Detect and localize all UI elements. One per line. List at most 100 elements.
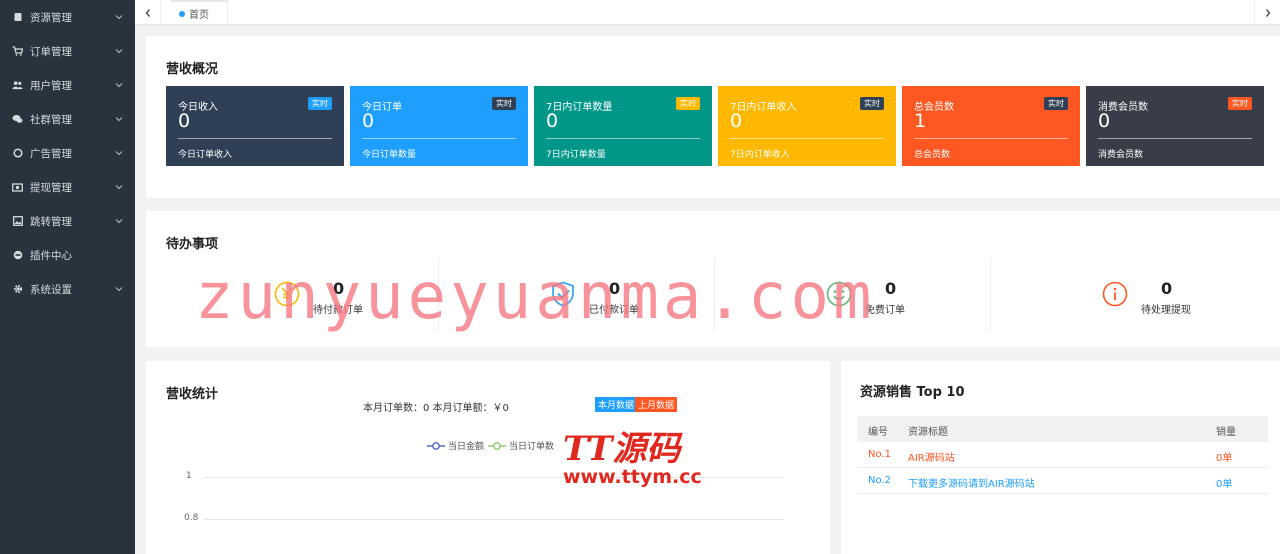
legend-item-amount[interactable]: 当日金额 (427, 439, 484, 452)
revenue-stats-card: 营收统计 本月订单数：0 本月订单额：￥0 本月数据 上月数据 当日金额 当日订… (146, 361, 830, 554)
tab-home-label: 首页 (189, 10, 209, 21)
stat-card-total-members[interactable]: 总会员数 实时 1 总会员数 (902, 86, 1080, 166)
stat-value: 0 (1098, 110, 1111, 132)
todo-item-free-orders[interactable]: 0 免费订单 (715, 257, 991, 333)
todo-item-pending-withdrawals[interactable]: 0 待处理提现 (991, 257, 1267, 333)
stat-value: 0 (546, 110, 559, 132)
y-axis-label: 1 (186, 471, 192, 481)
tab-home[interactable]: 首页 (171, 0, 228, 25)
overview-title: 营收概况 (166, 62, 219, 77)
last-month-button[interactable]: 上月数据 (635, 397, 678, 412)
row-no: No.1 (868, 449, 891, 460)
divider (178, 138, 332, 139)
todo-count: 0 (1161, 279, 1173, 298)
stat-footer: 7日内订单数量 (546, 150, 606, 160)
legend-item-orders[interactable]: 当日订单数 (488, 439, 554, 452)
divider (914, 138, 1068, 139)
yen-icon (274, 281, 300, 307)
stat-footer: 消费会员数 (1098, 150, 1144, 160)
sidebar-item-label: 跳转管理 (30, 215, 72, 228)
tab-scroll-right-button[interactable] (1254, 0, 1280, 25)
stat-footer: 7日内订单收入 (730, 150, 790, 160)
stat-card-today-orders[interactable]: 今日订单 实时 0 今日订单数量 (350, 86, 528, 166)
todo-card: 待办事项 0 待付款订单 0 已付款订单 0 免费订单 0 待处理提现 (146, 211, 1280, 347)
sidebar-item-redirect[interactable]: 跳转管理 (0, 204, 135, 238)
sidebar-item-orders[interactable]: 订单管理 (0, 34, 135, 68)
revenue-title: 营收统计 (166, 387, 219, 402)
realtime-badge: 实时 (492, 97, 516, 110)
circle-icon (12, 148, 23, 159)
stat-value: 1 (914, 110, 927, 132)
stat-footer: 今日订单数量 (362, 150, 417, 160)
sidebar-item-withdraw[interactable]: 提现管理 (0, 170, 135, 204)
gridline (204, 519, 784, 520)
sidebar-item-community[interactable]: 社群管理 (0, 102, 135, 136)
divider (1098, 138, 1252, 139)
chevron-down-icon (115, 15, 123, 20)
sidebar-item-ads[interactable]: 广告管理 (0, 136, 135, 170)
cart-icon (12, 46, 23, 57)
plugin-icon (12, 250, 23, 261)
column-header-sales: 销量 (1216, 427, 1236, 438)
todo-item-paid-orders[interactable]: 0 已付款订单 (439, 257, 715, 333)
chevron-down-icon (115, 287, 123, 292)
stat-card-7day-order-count[interactable]: 7日内订单数量 实时 0 7日内订单数量 (534, 86, 712, 166)
table-row[interactable]: No.1 AIR源码站 0单 (857, 442, 1268, 468)
tab-bar: 首页 (135, 0, 1280, 25)
chevron-down-icon (115, 117, 123, 122)
sidebar-item-settings[interactable]: 系统设置 (0, 272, 135, 306)
gridline (204, 477, 784, 478)
stat-card-paying-members[interactable]: 消费会员数 实时 0 消费会员数 (1086, 86, 1264, 166)
stat-value: 0 (362, 110, 375, 132)
tab-scroll-left-button[interactable] (135, 0, 161, 25)
chevron-down-icon (115, 151, 123, 156)
todo-label: 免费订单 (865, 305, 905, 316)
sidebar-item-label: 插件中心 (30, 249, 72, 262)
sidebar-item-label: 资源管理 (30, 11, 72, 24)
row-title-link[interactable]: AIR源码站 (908, 449, 955, 464)
column-header-title: 资源标题 (908, 427, 948, 438)
sidebar-item-users[interactable]: 用户管理 (0, 68, 135, 102)
top10-title: 资源销售 Top 10 (860, 385, 965, 400)
smile-icon (826, 281, 852, 307)
sidebar-item-resources[interactable]: 资源管理 (0, 0, 135, 34)
stat-value: 0 (730, 110, 743, 132)
todo-label: 已付款订单 (589, 305, 639, 316)
stat-footer: 总会员数 (914, 150, 951, 160)
sidebar-item-plugins[interactable]: 插件中心 (0, 238, 135, 272)
stat-card-today-income[interactable]: 今日收入 实时 0 今日订单收入 (166, 86, 344, 166)
legend-label: 当日订单数 (509, 442, 555, 452)
sidebar: 资源管理 订单管理 用户管理 社群管理 广告管理 提现管理 跳转管理 插件中心 … (0, 0, 135, 554)
legend-label: 当日金额 (448, 442, 485, 452)
legend-line-marker-icon (488, 441, 506, 450)
chat-icon (12, 114, 23, 125)
sidebar-item-label: 社群管理 (30, 113, 72, 126)
divider (546, 138, 700, 139)
table-header: 编号 资源标题 销量 (857, 416, 1268, 442)
todo-item-pending-payment[interactable]: 0 待付款订单 (163, 257, 439, 333)
this-month-button[interactable]: 本月数据 (595, 397, 638, 412)
chevron-down-icon (115, 49, 123, 54)
todo-label: 待处理提现 (1141, 305, 1191, 316)
realtime-badge: 实时 (1228, 97, 1252, 110)
stat-value: 0 (178, 110, 191, 132)
row-sales: 0单 (1216, 453, 1233, 464)
row-title-link[interactable]: 下载更多源码请到AIR源码站 (908, 475, 1035, 490)
revenue-overview-card: 营收概况 今日收入 实时 0 今日订单收入 今日订单 实时 0 今日订单数量 7… (146, 36, 1280, 198)
top10-card: 资源销售 Top 10 编号 资源标题 销量 No.1 AIR源码站 0单 No… (841, 361, 1280, 554)
chevron-right-icon (1265, 8, 1270, 17)
active-dot-icon (179, 10, 185, 17)
image-icon (12, 216, 23, 227)
stat-footer: 今日订单收入 (178, 150, 233, 160)
shield-check-icon (552, 281, 574, 307)
todo-title: 待办事项 (166, 237, 219, 252)
table-row[interactable]: No.2 下载更多源码请到AIR源码站 0单 (857, 468, 1268, 494)
divider (362, 138, 516, 139)
sidebar-item-label: 系统设置 (30, 283, 72, 296)
info-icon (1102, 281, 1128, 307)
money-icon (12, 182, 23, 193)
sidebar-item-label: 广告管理 (30, 147, 72, 160)
y-axis-label: 0.8 (184, 513, 199, 523)
row-no: No.2 (868, 475, 891, 486)
stat-card-7day-order-income[interactable]: 7日内订单收入 实时 0 7日内订单收入 (718, 86, 896, 166)
